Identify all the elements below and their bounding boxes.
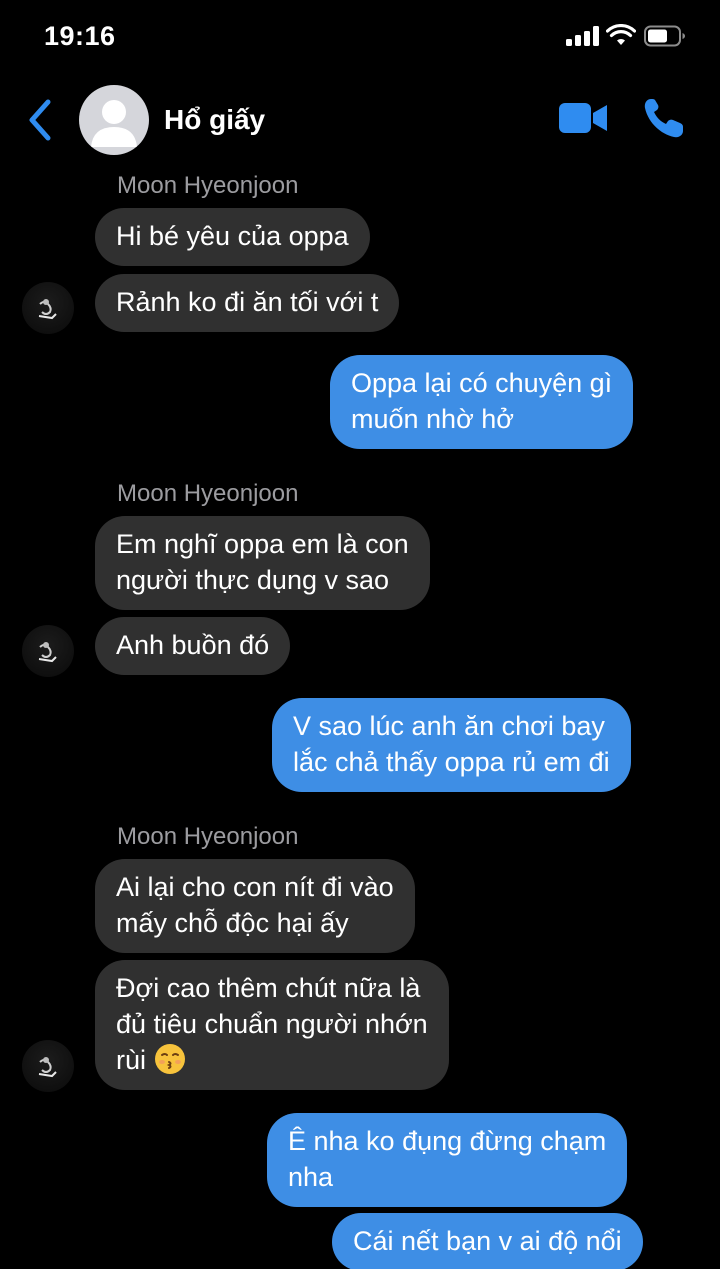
message-text-line: nha	[288, 1162, 334, 1192]
cellular-signal-icon	[566, 26, 600, 46]
outgoing-message[interactable]: Ê nha ko đụng đừng chạm nha	[267, 1113, 628, 1207]
wifi-icon	[606, 24, 636, 45]
message-text-line: Ai lại cho con nít đi vào	[116, 872, 394, 902]
message-text-line: đủ tiêu chuẩn người nhớn	[116, 1009, 428, 1039]
message-text: Rảnh ko đi ăn tối với t	[116, 287, 379, 317]
sender-photo-icon	[38, 1057, 57, 1078]
sender-avatar[interactable]	[22, 625, 74, 677]
message-text-line: lắc chả thấy oppa rủ em đi	[293, 747, 610, 777]
incoming-message[interactable]: Đợi cao thêm chút nữa là đủ tiêu chuẩn n…	[95, 960, 449, 1090]
kissing-face-emoji-icon	[154, 1044, 185, 1074]
message-text-line: Ê nha ko đụng đừng chạm	[288, 1126, 607, 1156]
incoming-message[interactable]: Hi bé yêu của oppa	[95, 208, 370, 266]
message-text-line: rùi	[116, 1045, 147, 1075]
message-text-line: Đợi cao thêm chút nữa là	[116, 973, 421, 1003]
outgoing-message[interactable]: Cái nết bạn v ai độ nổi	[332, 1213, 643, 1269]
sender-avatar[interactable]	[22, 282, 74, 334]
contact-avatar[interactable]	[79, 85, 149, 155]
message-text: Cái nết bạn v ai độ nổi	[353, 1226, 622, 1256]
incoming-message[interactable]: Em nghĩ oppa em là con người thực dụng v…	[95, 516, 430, 610]
contact-name[interactable]: Hổ giấy	[164, 104, 265, 136]
incoming-message[interactable]: Anh buồn đó	[95, 617, 291, 675]
message-text-line: mấy chỗ độc hại ấy	[116, 908, 349, 938]
outgoing-message[interactable]: Oppa lại có chuyện gì muốn nhờ hở	[330, 355, 634, 449]
sender-name: Moon Hyeonjoon	[117, 823, 299, 850]
incoming-message[interactable]: Ai lại cho con nít đi vào mấy chỗ độc hạ…	[95, 859, 415, 953]
status-bar: 19:16	[0, 0, 720, 72]
message-text: Anh buồn đó	[116, 630, 270, 660]
chat-screen: 19:16 Hổ giấy Moon Hyeonjoon Hi bé yêu c…	[0, 0, 720, 1269]
status-time: 19:16	[44, 21, 116, 51]
chat-header: Hổ giấy	[0, 72, 720, 168]
sender-name: Moon Hyeonjoon	[117, 480, 299, 507]
message-text-line: người thực dụng v sao	[116, 565, 390, 595]
message-text-line: muốn nhờ hở	[351, 404, 515, 434]
phone-call-icon[interactable]	[642, 96, 686, 140]
sender-photo-icon	[38, 299, 57, 320]
battery-icon	[644, 25, 685, 47]
default-person-icon	[91, 100, 137, 147]
video-call-icon[interactable]	[558, 100, 608, 136]
incoming-message[interactable]: Rảnh ko đi ăn tối với t	[95, 274, 400, 332]
message-text-line: Em nghĩ oppa em là con	[116, 529, 409, 559]
message-text-line: Oppa lại có chuyện gì	[351, 368, 613, 398]
sender-photo-icon	[38, 642, 57, 663]
message-text: Hi bé yêu của oppa	[116, 221, 349, 251]
sender-avatar[interactable]	[22, 1040, 74, 1092]
outgoing-message[interactable]: V sao lúc anh ăn chơi bay lắc chả thấy o…	[272, 698, 631, 792]
back-chevron-icon[interactable]	[26, 98, 54, 142]
sender-name: Moon Hyeonjoon	[117, 172, 299, 199]
message-text-line: V sao lúc anh ăn chơi bay	[293, 711, 605, 741]
